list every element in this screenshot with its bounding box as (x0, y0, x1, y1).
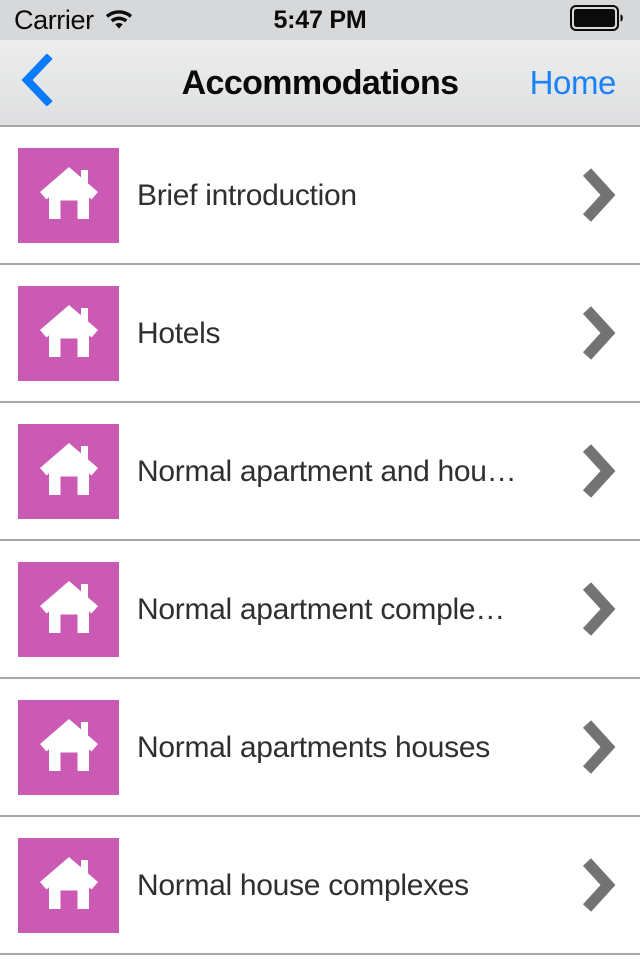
chevron-right-icon[interactable] (554, 718, 640, 776)
row-icon-tile (18, 147, 119, 243)
list-item[interactable]: Normal apartments houses (0, 679, 640, 817)
chevron-right-icon[interactable] (554, 856, 640, 914)
app-screen: Carrier 5:47 PM Accommodations Home Brie… (0, 0, 640, 960)
navigation-bar: Accommodations Home (0, 40, 640, 127)
back-button[interactable] (0, 40, 74, 125)
list-item[interactable]: Normal apartment comple… (0, 541, 640, 679)
list-item-label: Normal house complexes (137, 868, 469, 902)
house-icon (38, 302, 100, 365)
row-icon-tile (18, 837, 119, 933)
house-icon (38, 440, 100, 503)
house-icon (38, 578, 100, 641)
status-bar: Carrier 5:47 PM (0, 0, 640, 40)
chevron-right-icon[interactable] (554, 580, 640, 638)
carrier-label: Carrier (14, 4, 94, 35)
status-bar-left: Carrier (14, 6, 134, 34)
accommodations-list: Brief introduction Hotels Normal apartme… (0, 127, 640, 960)
row-icon-tile (18, 561, 119, 657)
house-icon (38, 164, 100, 227)
list-item-label: Normal apartments houses (137, 730, 490, 764)
chevron-left-icon (20, 53, 54, 111)
list-item-label: Normal apartment comple… (137, 592, 505, 626)
list-item[interactable]: Normal house complexes (0, 817, 640, 955)
list-item-label: Hotels (137, 316, 221, 350)
list-item-label: Normal apartment and hou… (137, 454, 517, 488)
battery-full-icon (570, 4, 626, 36)
wifi-icon (104, 6, 134, 34)
row-icon-tile (18, 423, 119, 519)
list-item[interactable]: Normal apartment and hou… (0, 403, 640, 541)
chevron-right-icon[interactable] (554, 304, 640, 362)
status-bar-right (570, 4, 626, 36)
chevron-right-icon[interactable] (554, 442, 640, 500)
row-icon-tile (18, 285, 119, 381)
list-item-label: Brief introduction (137, 178, 357, 212)
list-item[interactable]: Hotels (0, 265, 640, 403)
page-title: Accommodations (181, 63, 459, 102)
list-item[interactable]: Brief introduction (0, 127, 640, 265)
house-icon (38, 716, 100, 779)
row-icon-tile (18, 699, 119, 795)
home-button[interactable]: Home (520, 66, 640, 99)
house-icon (38, 854, 100, 917)
chevron-right-icon[interactable] (554, 166, 640, 224)
